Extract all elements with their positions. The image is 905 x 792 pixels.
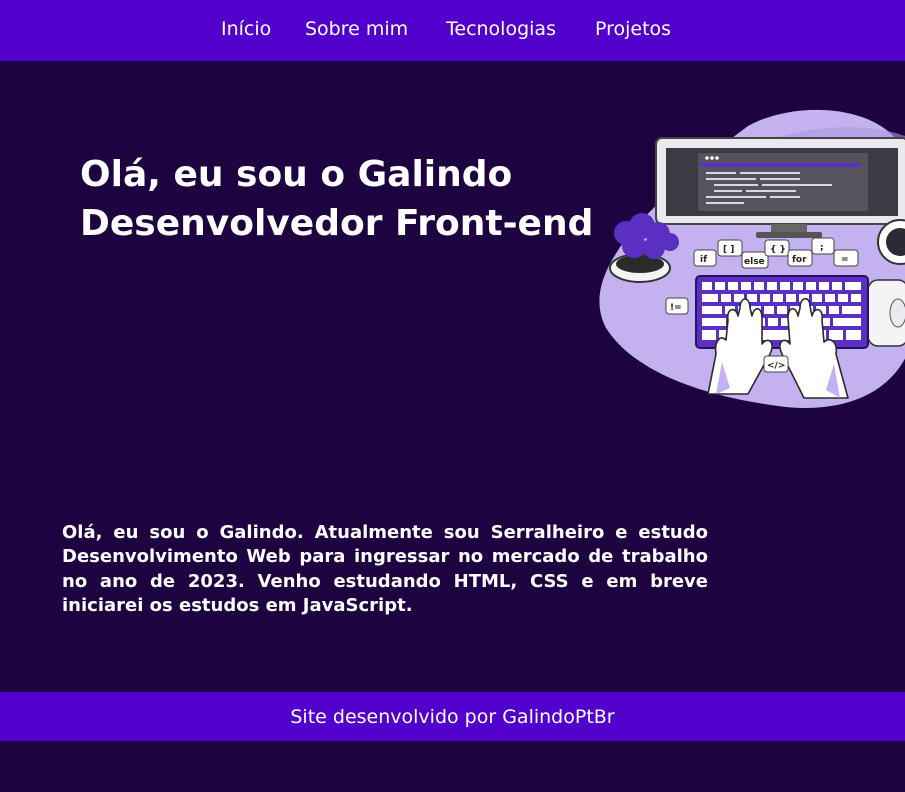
hero-title-line-1: Olá, eu sou o Galindo — [80, 154, 513, 195]
top-navigation: Início Sobre mim Tecnologias Projetos — [0, 0, 905, 61]
svg-text:else: else — [744, 257, 765, 267]
svg-text:for: for — [792, 255, 807, 265]
svg-text:</>: </> — [767, 361, 785, 371]
nav-link-projetos[interactable]: Projetos — [595, 16, 671, 42]
svg-text:!=: != — [670, 303, 682, 313]
programmer-laptop-icon: if [ ] else { } for ; = != </> — [599, 109, 905, 408]
about-paragraph: Olá, eu sou o Galindo. Atualmente sou Se… — [62, 522, 708, 616]
nav-link-tecnologias[interactable]: Tecnologias — [446, 16, 556, 42]
svg-text:;: ; — [820, 243, 824, 253]
footer: Site desenvolvido por GalindoPtBr — [0, 692, 905, 741]
nav-link-inicio[interactable]: Início — [221, 16, 271, 42]
svg-text:=: = — [841, 255, 849, 265]
programmer-laptop-illustration: if [ ] else { } for ; = != </> — [598, 108, 905, 410]
nav-link-sobre-mim[interactable]: Sobre mim — [305, 16, 408, 42]
svg-text:{ }: { } — [770, 245, 786, 255]
svg-text:[ ]: [ ] — [723, 245, 734, 255]
footer-credit: Site desenvolvido por GalindoPtBr — [290, 706, 615, 728]
svg-text:if: if — [700, 255, 707, 265]
hero-title-line-2: Desenvolvedor Front-end — [80, 203, 594, 244]
hero-title: Olá, eu sou o Galindo Desenvolvedor Fron… — [80, 150, 593, 248]
